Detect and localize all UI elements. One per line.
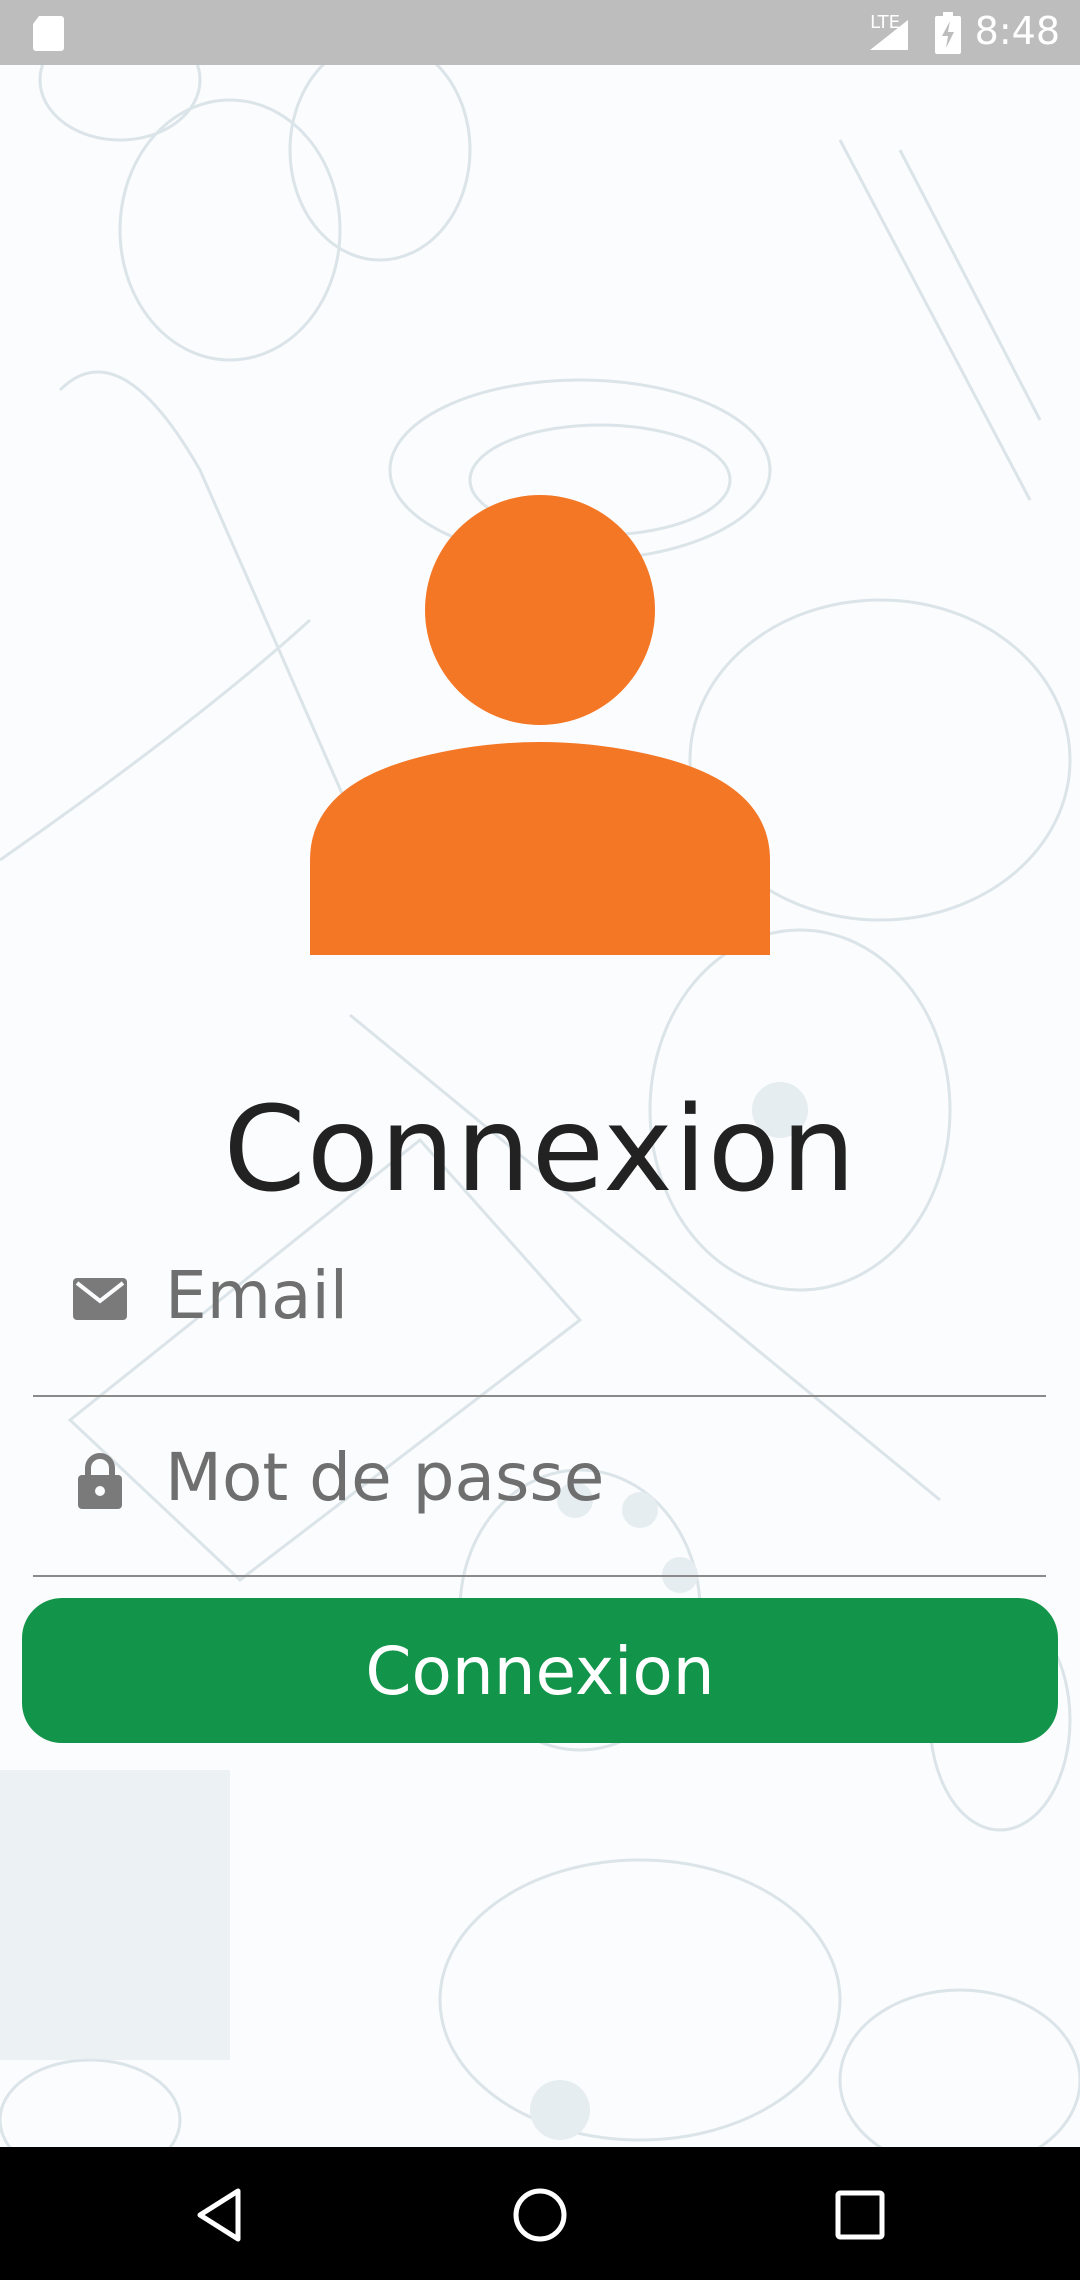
back-icon[interactable] bbox=[190, 2185, 250, 2245]
signal-icon bbox=[870, 20, 908, 50]
navigation-bar bbox=[0, 2147, 1080, 2280]
safety-pin-outline bbox=[0, 618, 312, 862]
button-hole bbox=[530, 2080, 590, 2140]
spool-outline bbox=[438, 1858, 842, 2142]
recents-icon[interactable] bbox=[830, 2185, 890, 2245]
email-field[interactable]: Email bbox=[33, 1215, 1046, 1397]
sd-card-icon bbox=[33, 16, 64, 51]
page-title: Connexion bbox=[223, 1080, 857, 1218]
button-outline bbox=[838, 1988, 1080, 2147]
lock-icon bbox=[78, 1453, 122, 1509]
button-outline bbox=[0, 2058, 182, 2147]
needle-outline bbox=[898, 149, 1042, 421]
status-time: 8:48 bbox=[974, 9, 1060, 53]
spool-outline bbox=[118, 98, 342, 362]
user-avatar-icon bbox=[310, 495, 770, 955]
email-icon bbox=[73, 1278, 127, 1320]
home-icon[interactable] bbox=[510, 2185, 570, 2245]
knit-pattern bbox=[0, 1770, 230, 2060]
login-button[interactable]: Connexion bbox=[22, 1598, 1058, 1743]
status-bar: LTE 8:48 bbox=[0, 0, 1080, 65]
spool-outline bbox=[288, 65, 472, 262]
battery-charging-icon bbox=[935, 12, 961, 54]
password-field[interactable]: Mot de passe bbox=[33, 1397, 1046, 1577]
spool-outline bbox=[38, 65, 202, 142]
needle-outline bbox=[838, 139, 1032, 501]
password-placeholder: Mot de passe bbox=[165, 1439, 605, 1516]
email-placeholder: Email bbox=[165, 1257, 349, 1334]
